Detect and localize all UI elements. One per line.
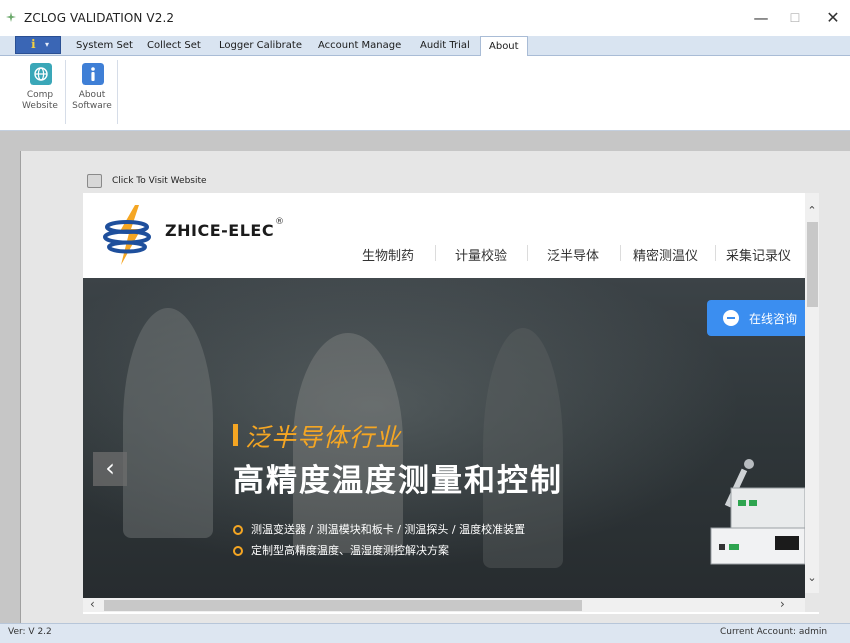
version-label: Ver: V 2.2 [8,627,52,637]
scroll-corner [805,593,819,612]
chevron-down-icon: ▾ [45,40,50,49]
ribbon-divider [117,60,118,124]
minimize-button[interactable]: — [746,6,776,30]
tab-logger-calibrate[interactable]: Logger Calibrate [219,38,302,54]
hero-accent-bar [233,424,238,446]
info-icon [82,63,104,85]
about-software-label: About Software [72,90,112,111]
hero-title: 高精度温度测量和控制 [233,463,563,499]
nav-item-biopharma[interactable]: 生物制药 [362,245,414,264]
ribbon-divider [65,60,66,124]
scroll-down-icon[interactable]: ⌄ [805,571,819,584]
nav-item-precision-thermometer[interactable]: 精密测温仪 [633,245,698,264]
app-icon [6,12,16,22]
hero-bullet: 定制型高精度温度、温湿度测控解决方案 [233,542,449,558]
hero-bullet: 测温变送器 / 测温模块和板卡 / 测温探头 / 温度校准装置 [233,521,525,537]
site-header: ZHICE-ELEC ® 生物制药 计量校验 泛半导体 精密测温仪 采集记录仪 [83,193,805,278]
scroll-right-icon[interactable]: › [780,597,785,611]
hero-subtitle: 泛半导体行业 [245,423,402,452]
about-software-button[interactable]: About Software [69,60,115,126]
scroll-left-icon[interactable]: ‹ [90,597,95,611]
tab-about[interactable]: About [480,36,528,56]
logo-text: ZHICE-ELEC [165,221,275,240]
tab-collect-set[interactable]: Collect Set [147,38,201,54]
hero-figure-image [123,308,213,538]
application-menu-button[interactable]: ℹ ▾ [15,36,61,54]
nav-item-metrology[interactable]: 计量校验 [455,245,507,264]
nav-divider [435,245,436,261]
registered-mark: ® [275,217,284,227]
chat-bubble-icon [723,310,739,326]
hero-banner[interactable]: 泛半导体行业 高精度温度测量和控制 测温变送器 / 测温模块和板卡 / 测温探头… [83,278,805,598]
close-button[interactable]: ✕ [818,6,848,30]
product-device-image [710,459,805,565]
globe-icon [30,63,52,85]
online-consult-button[interactable]: 在线咨询 [707,300,817,336]
tab-system-set[interactable]: System Set [76,38,133,54]
bullet-ring-icon [233,546,243,556]
window-title: ZCLOG VALIDATION V2.2 [24,11,175,25]
visit-website-label: Click To Visit Website [112,176,207,186]
title-bar: ZCLOG VALIDATION V2.2 — ☐ ✕ [0,0,850,36]
tab-audit-trial[interactable]: Audit Trial [420,38,470,54]
tab-account-manage[interactable]: Account Manage [318,38,401,54]
comp-website-button[interactable]: Comp Website [17,60,63,126]
vertical-scroll-thumb[interactable] [807,222,818,307]
zhice-logo-icon[interactable] [101,205,157,265]
maximize-button[interactable]: ☐ [780,6,810,30]
visit-website-checkbox[interactable] [87,174,102,188]
comp-website-label: Comp Website [22,90,58,111]
nav-item-data-logger[interactable]: 采集记录仪 [726,245,791,264]
scroll-up-icon[interactable]: ⌃ [805,204,819,217]
bullet-ring-icon [233,525,243,535]
nav-item-semiconductor[interactable]: 泛半导体 [547,245,599,264]
ribbon-panel [0,56,850,131]
nav-divider [527,245,528,261]
nav-divider [715,245,716,261]
current-account-label: Current Account: admin [720,627,828,637]
info-icon: ℹ [31,37,36,51]
carousel-prev-button[interactable]: ‹ [93,452,127,486]
horizontal-scroll-thumb[interactable] [104,600,582,611]
web-browser-view[interactable]: ZHICE-ELEC ® 生物制药 计量校验 泛半导体 精密测温仪 采集记录仪 … [83,193,819,614]
nav-divider [620,245,621,261]
